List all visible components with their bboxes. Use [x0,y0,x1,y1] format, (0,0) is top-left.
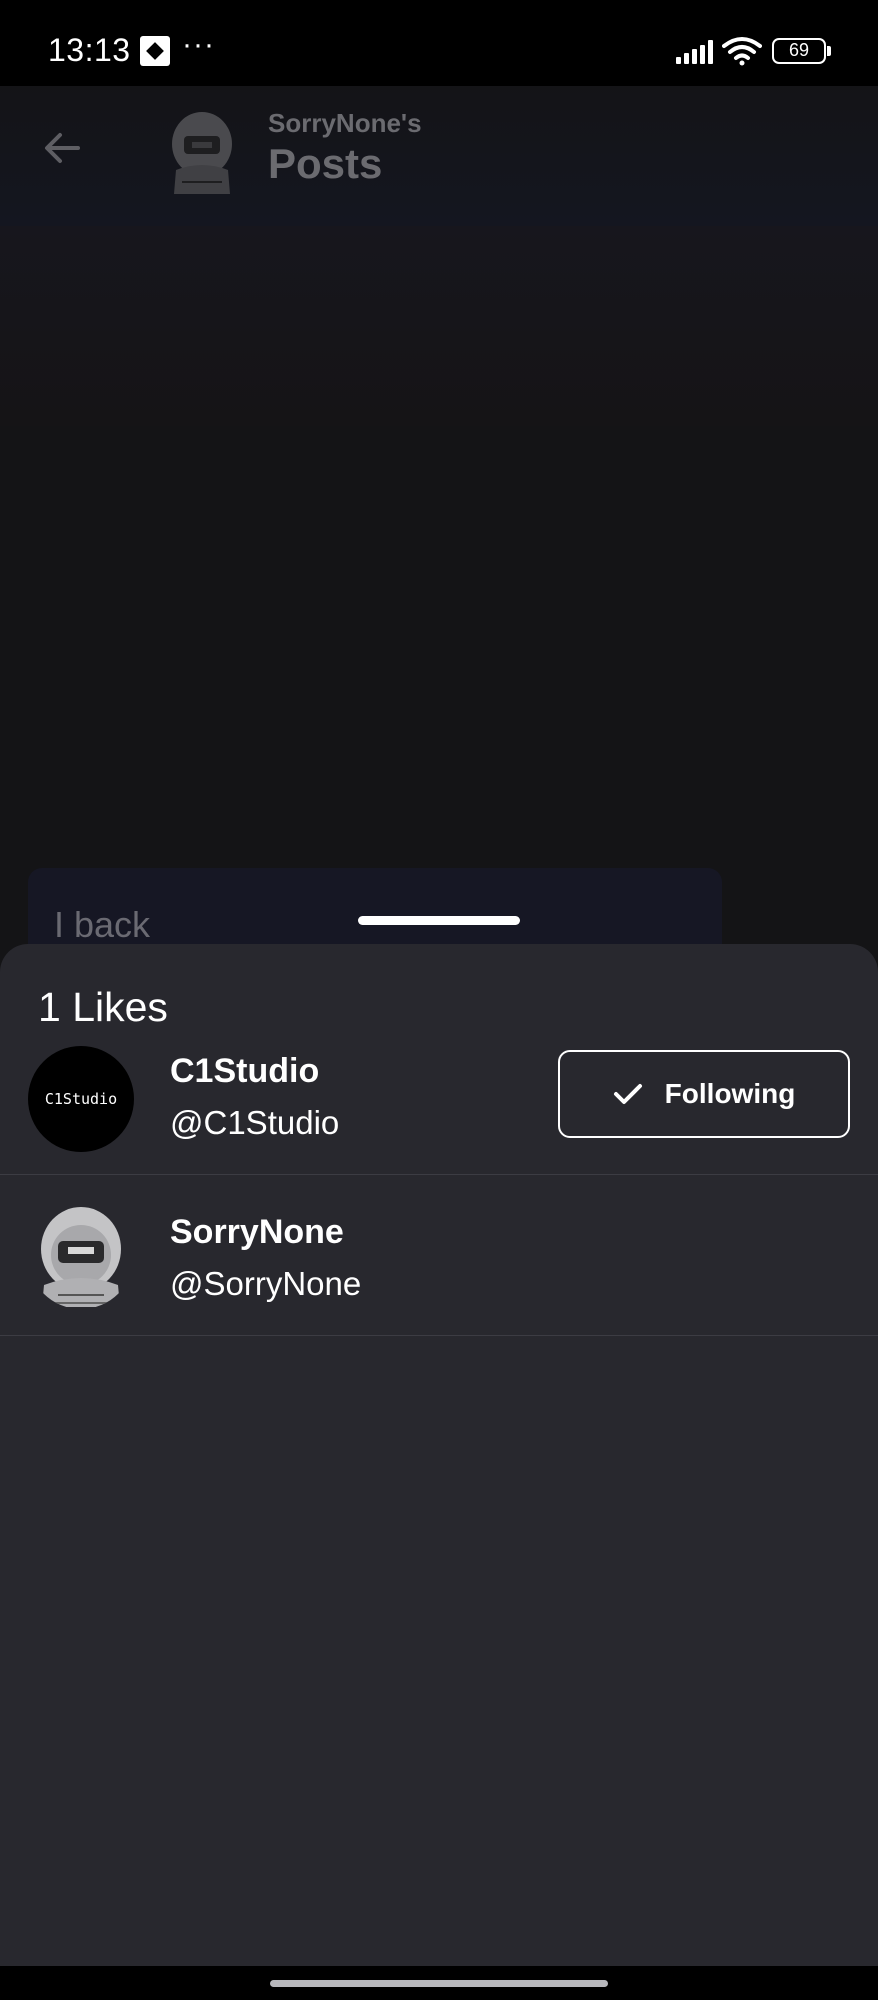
system-nav-bar [0,1966,878,2000]
avatar[interactable]: C1Studio [28,1046,134,1152]
header-avatar[interactable] [168,110,236,194]
list-item[interactable]: C1Studio C1Studio @C1Studio Following [0,1014,878,1175]
user-name: C1Studio [170,1052,320,1090]
post-card-text: I back [54,904,151,945]
page-header: SorryNone's Posts [0,86,878,226]
following-button[interactable]: Following [558,1050,850,1138]
status-time: 13:13 [48,32,131,68]
list-item[interactable]: SorryNone @SorryNone [0,1175,878,1336]
page-title: Posts [268,140,383,187]
sheet-drag-handle[interactable] [358,916,520,925]
home-gesture-pill[interactable] [270,1980,608,1987]
app-notification-icon [140,36,170,66]
back-arrow-icon[interactable] [40,126,84,170]
header-subtitle: SorryNone's [268,108,422,138]
user-name: SorryNone [170,1213,344,1251]
checkmark-icon [613,1084,642,1104]
battery-cap [827,46,831,56]
avatar-text: C1Studio [44,1090,118,1108]
following-label: Following [664,1078,796,1109]
avatar[interactable] [28,1203,134,1309]
battery-icon: 69 [772,38,826,64]
background-banner [0,226,878,426]
user-handle: @C1Studio [170,1104,340,1141]
likes-bottom-sheet: 1 Likes C1Studio C1Studio @C1Studio Foll… [0,944,878,1966]
signal-icon [676,40,713,64]
user-handle: @SorryNone [170,1265,362,1302]
status-bar: 13:13 ··· 69 [0,0,878,86]
wifi-icon [722,37,762,66]
more-notifications-icon: ··· [182,28,215,61]
